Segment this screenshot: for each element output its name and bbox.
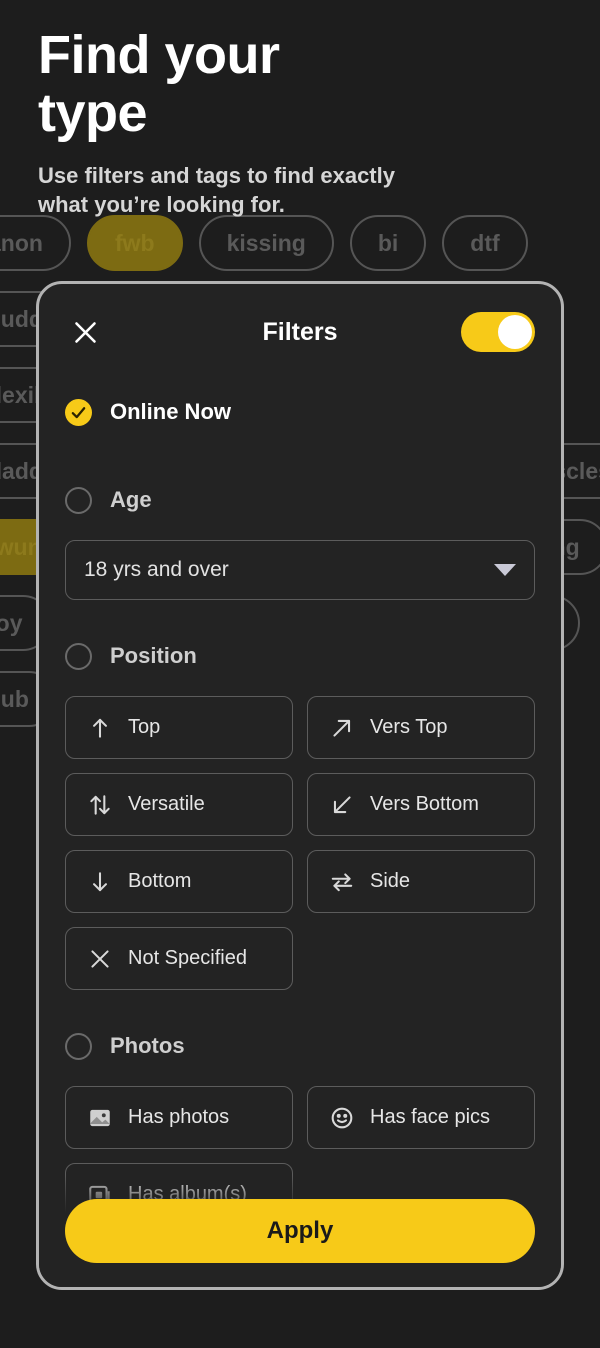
smiley-face-icon [328,1104,356,1132]
position-option-label: Vers Top [370,716,448,738]
age-select-value: 18 yrs and over [84,558,229,581]
divider-spacer [65,600,535,630]
close-icon[interactable] [65,312,105,352]
filter-section-position[interactable]: Position [65,630,535,682]
position-option[interactable]: Top [65,696,293,759]
photos-option[interactable]: Has face pics [307,1086,535,1149]
age-select[interactable]: 18 yrs and over [65,540,535,600]
apply-button[interactable]: Apply [65,1199,535,1263]
position-option-label: Bottom [128,870,192,892]
position-label: Position [110,643,197,668]
photos-option[interactable]: Has photos [65,1086,293,1149]
arrows-swap-icon [328,868,356,896]
position-option[interactable]: Versatile [65,773,293,836]
photos-option-label: Has face pics [370,1106,491,1128]
hero-section: Find your type Use filters and tags to f… [0,0,600,220]
position-radio[interactable] [65,642,92,670]
image-icon [86,1104,114,1132]
filters-modal: Filters Online Now Age 18 yrs and over P… [36,281,564,1290]
arrow-down-icon [86,868,114,896]
divider-spacer [65,444,535,474]
arrow-up-down-icon [86,791,114,819]
background-tag-chip[interactable]: fwb [86,215,183,271]
position-option[interactable]: Side [307,850,535,913]
filters-modal-inner: Filters Online Now Age 18 yrs and over P… [39,284,561,1287]
position-option[interactable]: Not Specified [65,927,293,990]
position-option-label: Versatile [128,793,205,815]
arrow-down-left-icon [328,791,356,819]
filters-list[interactable]: Online Now Age 18 yrs and over Position [39,380,561,1250]
position-option-label: Side [370,870,411,892]
position-option[interactable]: Vers Bottom [307,773,535,836]
master-filters-toggle[interactable] [461,312,535,352]
age-radio[interactable] [65,486,92,514]
position-option-label: Vers Bottom [370,793,479,815]
background-tag-chip[interactable]: bi [349,215,427,271]
online-now-label: Online Now [110,399,231,424]
divider-spacer [65,990,535,1020]
arrow-up-right-icon [328,714,356,742]
arrow-up-icon [86,714,114,742]
page-subtitle: Use filters and tags to find exactly wha… [38,162,395,218]
app-screen: anonfwbkissingbidtfcuddlinggroupdomdiscr… [0,0,600,1348]
filter-section-photos[interactable]: Photos [65,1020,535,1072]
position-option-label: Top [128,716,161,738]
background-tag-chip[interactable]: anon [0,215,71,271]
page-title: Find your type [38,25,280,144]
online-now-checkbox[interactable] [65,398,92,426]
position-option[interactable]: Vers Top [307,696,535,759]
apply-bar: Apply [39,1175,561,1287]
filter-section-online-now[interactable]: Online Now [65,380,535,444]
photos-option-label: Has photos [128,1106,230,1128]
background-tag-chip[interactable]: dtf [442,215,528,271]
position-option[interactable]: Bottom [65,850,293,913]
filter-section-age[interactable]: Age [65,474,535,526]
age-label: Age [110,487,152,512]
toggle-knob [498,315,532,349]
position-options-grid: Top Vers Top Versatile Vers Bottom Bottom Sid… [65,696,535,990]
close-icon [86,945,114,973]
chevron-down-icon [494,564,516,576]
background-tag-chip[interactable]: kissing [198,215,334,271]
photos-label: Photos [110,1033,185,1058]
position-option-label: Not Specified [128,947,247,969]
photos-radio[interactable] [65,1032,92,1060]
modal-header: Filters [39,284,561,380]
